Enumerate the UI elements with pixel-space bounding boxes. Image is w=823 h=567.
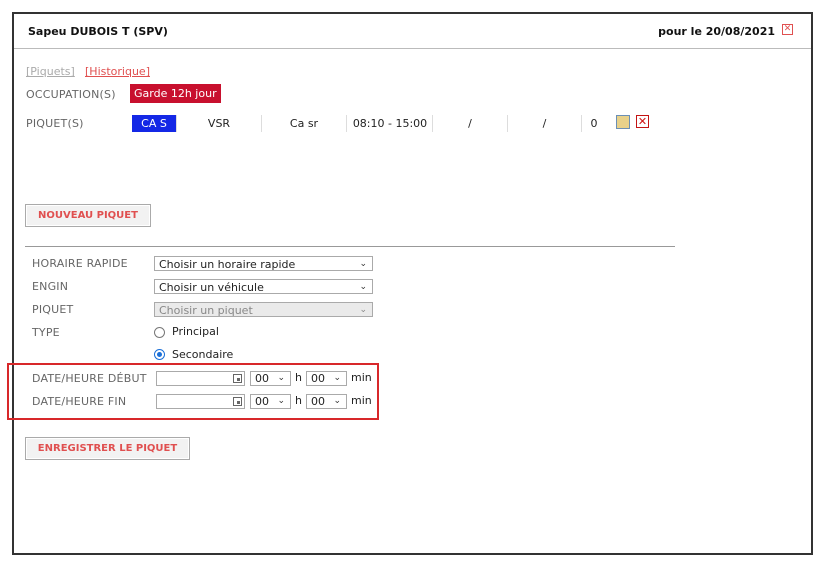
piquet-cell-engin: CA S [132, 115, 176, 132]
occupation-label: OCCUPATION(S) [26, 88, 116, 101]
fin-hour-select[interactable]: 00 ⌄ [250, 394, 291, 409]
form-divider [25, 246, 675, 247]
link-historique[interactable]: [Historique] [85, 65, 150, 78]
enregistrer-piquet-button[interactable]: ENREGISTRER LE PIQUET [25, 437, 190, 460]
debut-min-select[interactable]: 00 ⌄ [306, 371, 347, 386]
debut-hour-value: 00 [255, 372, 269, 385]
piquet-value: Choisir un piquet [159, 304, 253, 317]
fin-min-unit: min [351, 394, 372, 407]
calendar-icon[interactable] [233, 374, 242, 383]
horaire-select[interactable]: Choisir un horaire rapide ⌄ [154, 256, 373, 271]
chevron-down-icon: ⌄ [359, 259, 367, 269]
piquet-select[interactable]: Choisir un piquet ⌄ [154, 302, 373, 317]
debut-date-input[interactable] [156, 371, 245, 386]
fin-h-unit: h [295, 394, 302, 407]
piquet-label: PIQUET(S) [26, 117, 84, 130]
debut-h-unit: h [295, 371, 302, 384]
radio-secondaire[interactable] [154, 349, 165, 360]
nouveau-piquet-button[interactable]: NOUVEAU PIQUET [25, 204, 151, 227]
debut-label: DATE/HEURE DÉBUT [32, 372, 147, 385]
engin-select[interactable]: Choisir un véhicule ⌄ [154, 279, 373, 294]
close-icon[interactable]: ✕ [782, 24, 793, 35]
fin-date-input[interactable] [156, 394, 245, 409]
edit-icon[interactable] [616, 115, 630, 129]
debut-min-unit: min [351, 371, 372, 384]
chevron-down-icon: ⌄ [277, 396, 285, 406]
type-label: TYPE [32, 326, 60, 339]
header-date: pour le 20/08/2021 [658, 25, 775, 38]
piquet-cell-time: 08:10 - 15:00 [346, 115, 433, 132]
piquet-cell-type: VSR [176, 115, 261, 132]
piquet-cell-count: 0 [581, 115, 606, 132]
chevron-down-icon: ⌄ [359, 282, 367, 292]
horaire-label: HORAIRE RAPIDE [32, 257, 128, 270]
link-piquets[interactable]: [Piquets] [26, 65, 75, 78]
horaire-value: Choisir un horaire rapide [159, 258, 296, 271]
piquet-cell-slash2: / [507, 115, 581, 132]
chevron-down-icon: ⌄ [333, 396, 341, 406]
modal-window: Sapeu DUBOIS T (SPV) pour le 20/08/2021 … [7, 12, 813, 555]
piquet-field-label: PIQUET [32, 303, 74, 316]
debut-min-value: 00 [311, 372, 325, 385]
occupation-badge: Garde 12h jour [130, 84, 221, 103]
calendar-icon[interactable] [233, 397, 242, 406]
fin-hour-value: 00 [255, 395, 269, 408]
fin-min-select[interactable]: 00 ⌄ [306, 394, 347, 409]
delete-icon[interactable]: ✕ [636, 115, 649, 128]
piquet-cell-slash1: / [432, 115, 507, 132]
secondaire-label: Secondaire [172, 348, 234, 361]
debut-hour-select[interactable]: 00 ⌄ [250, 371, 291, 386]
chevron-down-icon: ⌄ [333, 373, 341, 383]
engin-label: ENGIN [32, 280, 69, 293]
agent-name: Sapeu DUBOIS T (SPV) [28, 25, 168, 38]
modal-header: Sapeu DUBOIS T (SPV) pour le 20/08/2021 … [14, 14, 811, 49]
chevron-down-icon: ⌄ [359, 305, 367, 315]
chevron-down-icon: ⌄ [277, 373, 285, 383]
fin-label: DATE/HEURE FIN [32, 395, 127, 408]
radio-principal[interactable] [154, 327, 165, 338]
fin-min-value: 00 [311, 395, 325, 408]
engin-value: Choisir un véhicule [159, 281, 264, 294]
piquet-cell-role: Ca sr [261, 115, 346, 132]
principal-label: Principal [172, 325, 219, 338]
